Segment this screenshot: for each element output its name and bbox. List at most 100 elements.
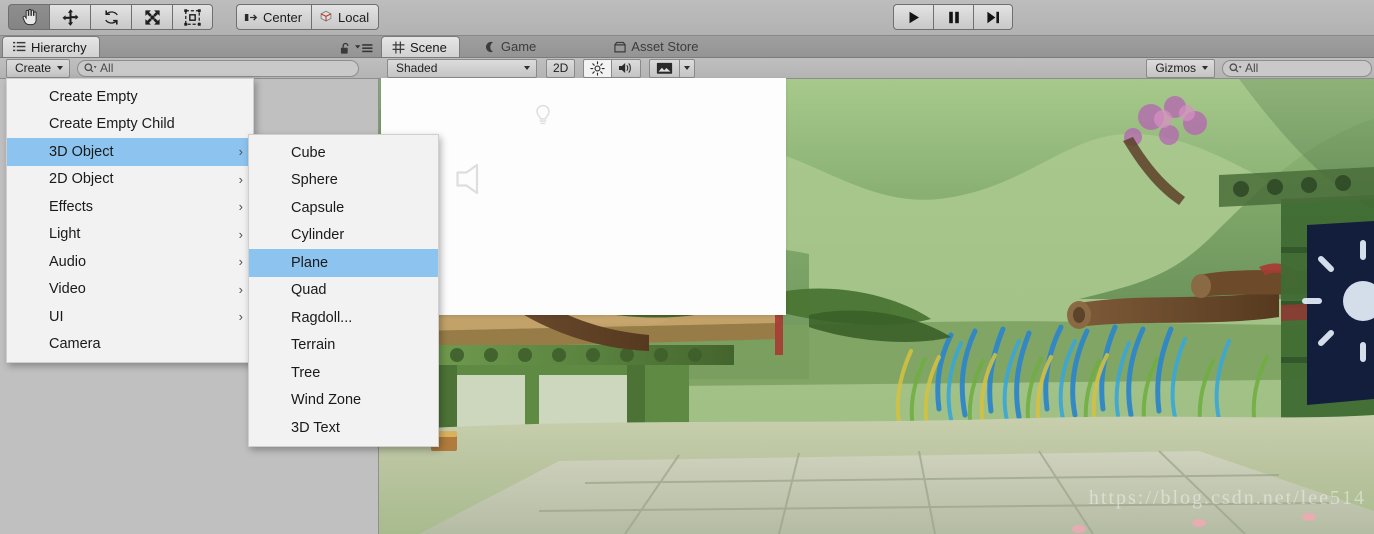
- tab-scene[interactable]: Scene: [381, 36, 460, 57]
- panel-menu-icon[interactable]: [355, 43, 373, 54]
- pivot-center-icon: [244, 11, 258, 24]
- tab-game[interactable]: Game: [474, 36, 548, 57]
- scale-icon: [143, 8, 162, 27]
- scene-plane-object[interactable]: [381, 78, 786, 315]
- play-icon: [906, 10, 922, 25]
- move-tool-button[interactable]: [49, 4, 90, 30]
- scene-tabbar: Scene Game Asset Store: [379, 36, 1374, 58]
- submenu-3d-object[interactable]: Cube Sphere Capsule Cylinder Plane Quad …: [248, 134, 439, 447]
- chevron-right-icon: ›: [238, 254, 243, 270]
- pause-icon: [946, 10, 962, 25]
- submenu-item-label: Ragdoll...: [291, 309, 353, 326]
- gamepad-icon: [484, 41, 496, 53]
- sun-icon: [590, 60, 606, 76]
- submenu-item-label: Sphere: [291, 172, 338, 189]
- submenu-item-tree[interactable]: Tree: [249, 359, 438, 387]
- menu-item-label: Create Empty Child: [49, 116, 175, 133]
- scale-tool-button[interactable]: [131, 4, 172, 30]
- rotate-icon: [102, 8, 121, 27]
- hand-tool-button[interactable]: [8, 4, 49, 30]
- submenu-item-cube[interactable]: Cube: [249, 139, 438, 167]
- chevron-right-icon: ›: [238, 226, 243, 242]
- lighting-toggle[interactable]: [583, 58, 612, 78]
- chevron-down-icon: [524, 66, 530, 70]
- submenu-item-cylinder[interactable]: Cylinder: [249, 222, 438, 250]
- effects-dropdown[interactable]: [679, 58, 696, 78]
- search-icon: [84, 62, 97, 74]
- menu-item-create-empty[interactable]: Create Empty: [7, 83, 253, 111]
- pivot-rotation-label: Local: [338, 9, 370, 25]
- submenu-item-label: Quad: [291, 282, 327, 299]
- play-button[interactable]: [893, 4, 933, 30]
- gizmos-label: Gizmos: [1155, 61, 1196, 75]
- store-icon: [614, 41, 626, 53]
- menu-item-ui[interactable]: UI ›: [7, 303, 253, 331]
- submenu-item-label: Terrain: [291, 337, 336, 354]
- unity-editor-window: Center Local Hierarchy Create All Scene …: [0, 0, 1374, 534]
- speaker-icon: [618, 61, 634, 75]
- scene-toolbar: Shaded 2D Gizmos All: [379, 58, 1374, 79]
- image-icon: [656, 62, 673, 75]
- pivot-rotation-button[interactable]: Local: [311, 4, 380, 30]
- pivot-tools-group: Center Local: [236, 4, 380, 30]
- pivot-mode-button[interactable]: Center: [236, 4, 312, 30]
- submenu-item-label: Cube: [291, 144, 326, 161]
- main-toolbar: Center Local: [0, 0, 1374, 36]
- menu-item-label: Light: [49, 226, 81, 243]
- effects-toggle[interactable]: [649, 58, 680, 78]
- create-context-menu[interactable]: Create Empty Create Empty Child 3D Objec…: [6, 78, 254, 363]
- rect-icon: [183, 8, 202, 27]
- menu-item-light[interactable]: Light ›: [7, 221, 253, 249]
- lock-open-icon[interactable]: [340, 42, 351, 55]
- pause-button[interactable]: [933, 4, 973, 30]
- light-gizmo-icon: [533, 104, 553, 126]
- menu-item-label: Effects: [49, 198, 94, 215]
- chevron-right-icon: ›: [238, 199, 243, 215]
- submenu-item-label: Tree: [291, 364, 321, 381]
- chevron-down-icon: [57, 66, 64, 70]
- submenu-item-label: Cylinder: [291, 227, 345, 244]
- submenu-item-terrain[interactable]: Terrain: [249, 332, 438, 360]
- submenu-item-3d-text[interactable]: 3D Text: [249, 414, 438, 442]
- hierarchy-tab-icons: [340, 42, 379, 57]
- hierarchy-search-input[interactable]: All: [77, 59, 360, 77]
- menu-item-label: Create Empty: [49, 88, 138, 105]
- menu-item-audio[interactable]: Audio ›: [7, 248, 253, 276]
- menu-item-effects[interactable]: Effects ›: [7, 193, 253, 221]
- submenu-item-plane[interactable]: Plane: [249, 249, 438, 277]
- rotate-tool-button[interactable]: [90, 4, 131, 30]
- submenu-item-sphere[interactable]: Sphere: [249, 167, 438, 195]
- hierarchy-search-text: All: [100, 61, 114, 75]
- gizmos-dropdown[interactable]: Gizmos: [1146, 58, 1215, 78]
- submenu-item-quad[interactable]: Quad: [249, 277, 438, 305]
- create-button[interactable]: Create: [6, 58, 71, 78]
- gizmo-search-text: All: [1245, 61, 1259, 75]
- menu-item-3d-object[interactable]: 3D Object ›: [7, 138, 253, 166]
- submenu-item-ragdoll[interactable]: Ragdoll...: [249, 304, 438, 332]
- gizmo-search-input[interactable]: All: [1222, 59, 1372, 77]
- tab-hierarchy[interactable]: Hierarchy: [2, 36, 100, 57]
- submenu-item-wind-zone[interactable]: Wind Zone: [249, 387, 438, 415]
- menu-item-camera[interactable]: Camera: [7, 331, 253, 359]
- playback-controls-group: [893, 4, 1013, 30]
- grid-icon: [392, 41, 405, 54]
- draw-mode-label: Shaded: [396, 61, 438, 75]
- tab-asset-store[interactable]: Asset Store: [604, 36, 710, 57]
- move-icon: [61, 8, 80, 27]
- submenu-item-capsule[interactable]: Capsule: [249, 194, 438, 222]
- chevron-right-icon: ›: [238, 309, 243, 325]
- rect-tool-button[interactable]: [172, 4, 213, 30]
- menu-item-label: UI: [49, 308, 64, 325]
- scene-view-toggles: 2D: [546, 58, 576, 78]
- chevron-right-icon: ›: [238, 281, 243, 297]
- menu-item-video[interactable]: Video ›: [7, 276, 253, 304]
- menu-item-create-empty-child[interactable]: Create Empty Child: [7, 111, 253, 139]
- pivot-mode-label: Center: [263, 9, 303, 25]
- audio-toggle[interactable]: [611, 58, 642, 78]
- menu-item-label: 3D Object: [49, 143, 114, 160]
- menu-item-2d-object[interactable]: 2D Object ›: [7, 166, 253, 194]
- mode-2d-toggle[interactable]: 2D: [546, 58, 576, 78]
- transform-tools-group: [8, 4, 213, 30]
- draw-mode-dropdown[interactable]: Shaded: [387, 58, 537, 78]
- step-button[interactable]: [973, 4, 1013, 30]
